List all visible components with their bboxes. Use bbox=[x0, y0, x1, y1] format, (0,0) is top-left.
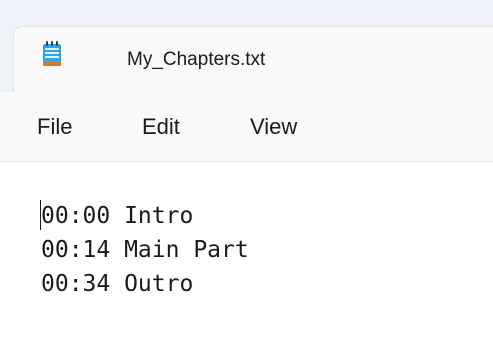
menu-bar: File Edit View bbox=[0, 92, 493, 162]
tab-bar: My_Chapters.txt bbox=[0, 0, 493, 92]
file-tab[interactable]: My_Chapters.txt bbox=[13, 26, 493, 92]
menu-edit[interactable]: Edit bbox=[142, 114, 180, 140]
menu-view[interactable]: View bbox=[250, 114, 297, 140]
text-line: 00:34 Outro bbox=[41, 271, 194, 297]
text-line: 00:14 Main Part bbox=[41, 237, 249, 263]
text-line: 00:00 Intro bbox=[41, 203, 194, 229]
notepad-window: My_Chapters.txt File Edit View 00:00 Int… bbox=[0, 0, 493, 359]
notepad-icon bbox=[42, 41, 62, 67]
text-editor[interactable]: 00:00 Intro 00:14 Main Part 00:34 Outro bbox=[0, 162, 493, 359]
editor-content[interactable]: 00:00 Intro 00:14 Main Part 00:34 Outro bbox=[41, 199, 249, 301]
menu-file[interactable]: File bbox=[37, 114, 72, 140]
tab-title: My_Chapters.txt bbox=[127, 49, 266, 70]
